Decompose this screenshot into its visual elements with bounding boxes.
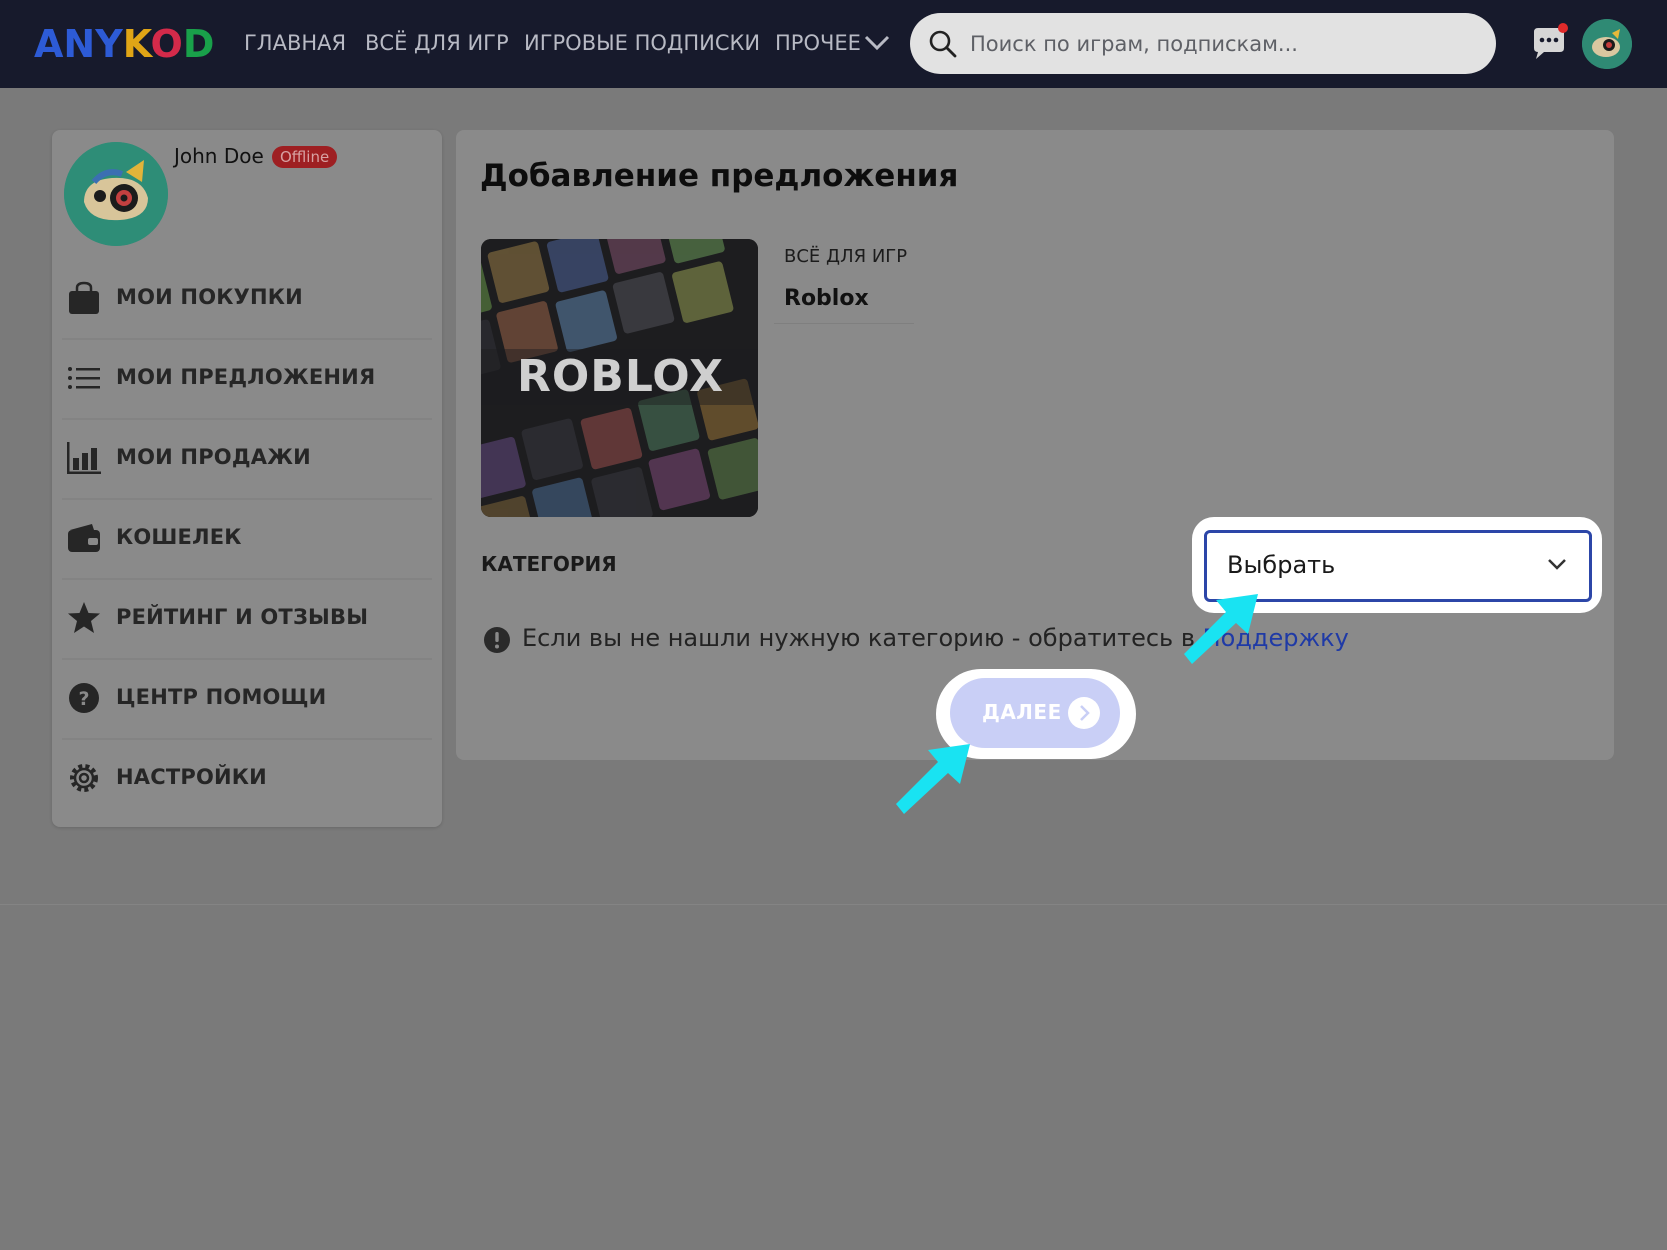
nav-home[interactable]: ГЛАВНАЯ [244,30,346,56]
star-icon [68,602,100,633]
nav-other[interactable]: ПРОЧЕЕ [775,30,861,56]
list-icon [68,367,100,389]
sidebar-item-label: РЕЙТИНГ И ОТЗЫВЫ [116,605,369,629]
user-avatar[interactable] [1582,19,1632,69]
gear-icon [70,764,98,792]
top-navigation-bar: ANYKOD ГЛАВНАЯ ВСЁ ДЛЯ ИГР ИГРОВЫЕ ПОДПИ… [0,0,1667,88]
wallet-icon [68,524,100,552]
sidebar-item-rating[interactable]: РЕЙТИНГ И ОТЗЫВЫ [62,578,432,660]
chevron-down-icon[interactable] [864,34,890,52]
sidebar-item-help[interactable]: ? ЦЕНТР ПОМОЩИ [62,658,432,740]
chat-icon[interactable] [1528,22,1570,64]
sidebar-item-label: КОШЕЛЕК [116,525,242,549]
game-cover-image: ROBLOX [481,239,758,517]
sidebar-item-label: МОИ ПОКУПКИ [116,285,303,309]
avatar[interactable] [64,142,168,246]
help-icon: ? [69,683,99,713]
sidebar-item-label: МОИ ПРЕДЛОЖЕНИЯ [116,365,376,389]
pointer-arrow-icon [1184,594,1258,664]
svg-text:?: ? [78,688,89,710]
game-name: Roblox [784,286,869,311]
nav-game-subscriptions[interactable]: ИГРОВЫЕ ПОДПИСКИ [524,30,760,56]
chevron-down-icon [1548,559,1566,570]
sidebar-item-label: МОИ ПРОДАЖИ [116,445,311,469]
game-cover-logo-text: ROBLOX [517,351,725,402]
divider [0,904,1667,905]
search-bar[interactable] [910,13,1496,74]
pointer-arrow-icon [896,744,970,814]
sidebar-item-settings[interactable]: НАСТРОЙКИ [62,738,432,818]
profile-sidebar: John Doe Offline МОИ ПОКУПКИ МОИ ПРЕДЛОЖ… [52,130,442,827]
sidebar-item-label: ЦЕНТР ПОМОЩИ [116,685,327,709]
sidebar-item-label: НАСТРОЙКИ [116,765,267,789]
add-offer-card: Добавление предложения ROBLOX ВСЁ ДЛЯ ИГ… [456,130,1614,760]
page-title: Добавление предложения [480,158,959,194]
status-badge: Offline [272,146,338,168]
game-category: ВСЁ ДЛЯ ИГР [784,246,908,267]
user-name: John Doe [174,144,264,168]
info-icon [484,627,510,653]
sidebar-item-offers[interactable]: МОИ ПРЕДЛОЖЕНИЯ [62,338,432,420]
category-select-value: Выбрать [1227,551,1336,579]
next-button-label: ДАЛЕЕ [982,700,1062,724]
sidebar-item-wallet[interactable]: КОШЕЛЕК [62,498,432,580]
chevron-right-icon [1068,697,1100,729]
next-button[interactable]: ДАЛЕЕ [950,678,1120,748]
logo[interactable]: ANYKOD [34,22,214,66]
sidebar-item-purchases[interactable]: МОИ ПОКУПКИ [62,258,432,340]
divider [774,323,914,324]
bar-chart-icon [67,442,101,474]
info-message-text: Если вы не нашли нужную категорию - обра… [522,624,1203,652]
search-input[interactable] [968,23,1472,65]
sidebar-item-sales[interactable]: МОИ ПРОДАЖИ [62,418,432,500]
shopping-bag-icon [69,281,99,314]
nav-all-for-games[interactable]: ВСЁ ДЛЯ ИГР [365,30,509,56]
search-icon[interactable] [928,29,958,59]
category-select[interactable]: Выбрать [1204,530,1592,602]
category-label: КАТЕГОРИЯ [481,552,617,576]
